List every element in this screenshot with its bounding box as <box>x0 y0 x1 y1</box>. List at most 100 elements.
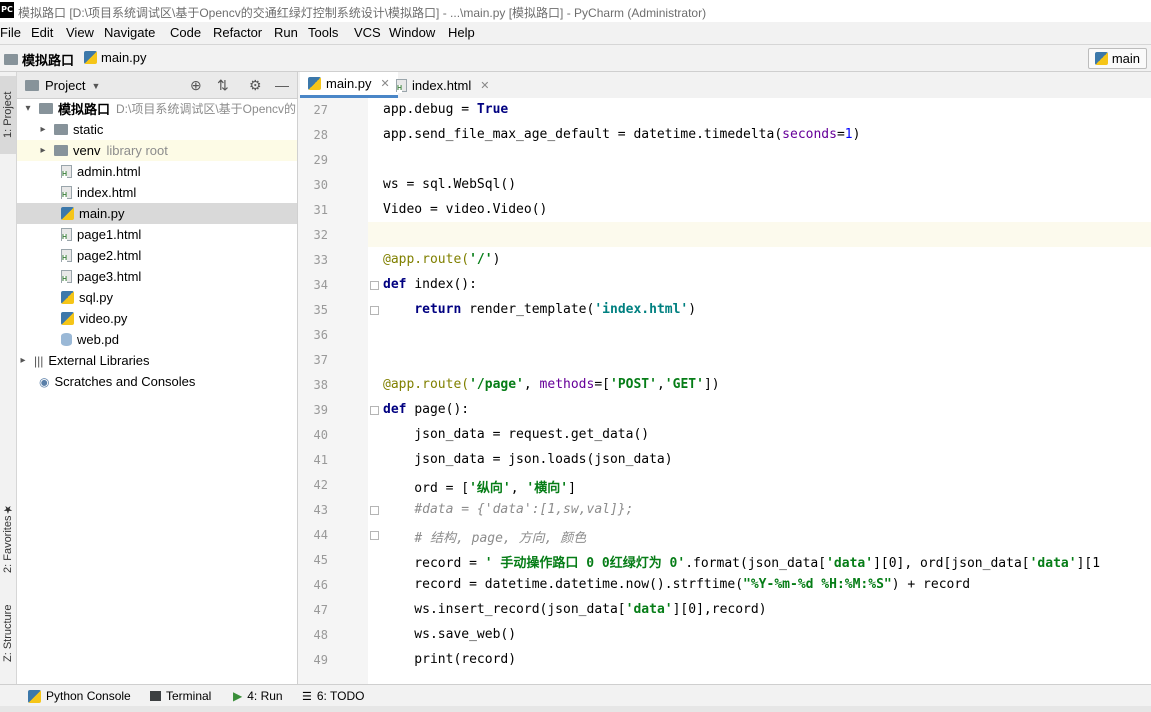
menu-help[interactable]: Help <box>448 25 475 40</box>
tab-label: index.html <box>412 77 472 93</box>
code-line[interactable]: # 结构, page, 方向, 颜色 <box>383 527 586 546</box>
line-number: 34 <box>313 278 328 292</box>
locate-file-icon[interactable]: ⊕ <box>190 77 202 93</box>
menu-edit[interactable]: Edit <box>31 25 53 40</box>
code-line[interactable]: json_data = request.get_data() <box>383 427 649 442</box>
gear-icon[interactable]: ⚙ <box>249 77 262 93</box>
tool-window-python-console[interactable]: Python Console <box>28 689 131 703</box>
tree-item-label: page2.html <box>77 248 142 263</box>
menu-refactor[interactable]: Refactor <box>213 25 262 40</box>
tab-main-py[interactable]: main.py ✕ <box>300 72 398 98</box>
line-number: 32 <box>313 228 328 242</box>
tree-item-scratches[interactable]: ◉ Scratches and Consoles <box>17 371 297 392</box>
line-number: 38 <box>313 378 328 392</box>
line-number: 44 <box>313 528 328 542</box>
tool-window-terminal[interactable]: Terminal <box>150 689 211 703</box>
code-line[interactable]: def page(): <box>383 402 469 417</box>
tree-item-admin-html[interactable]: admin.html <box>17 161 297 182</box>
breadcrumb-file[interactable]: main.py <box>84 50 147 65</box>
fold-marker-icon[interactable] <box>370 506 379 515</box>
menu-file[interactable]: File <box>0 25 21 40</box>
close-icon[interactable]: ✕ <box>480 79 489 92</box>
menu-tools[interactable]: Tools <box>308 25 338 40</box>
collapse-all-icon[interactable]: ⇅ <box>217 77 229 93</box>
tree-item-index-html[interactable]: index.html <box>17 182 297 203</box>
code-line[interactable]: ws.save_web() <box>383 627 516 642</box>
tree-root-folder[interactable]: ▾ 模拟路口 D:\项目系统调试区\基于Opencv的 <box>17 98 297 119</box>
database-file-icon <box>61 333 72 346</box>
tool-window-structure[interactable]: Z: Structure <box>0 590 16 676</box>
library-root-hint: library root <box>106 143 168 158</box>
tool-window-label: 4: Run <box>247 689 283 703</box>
chevron-right-icon: ▸ <box>40 145 46 156</box>
fold-marker-icon[interactable] <box>370 406 379 415</box>
folder-icon <box>39 103 53 114</box>
line-number: 35 <box>313 303 328 317</box>
menu-vcs[interactable]: VCS <box>354 25 381 40</box>
code-line[interactable]: json_data = json.loads(json_data) <box>383 452 672 467</box>
python-file-icon <box>84 51 97 64</box>
menu-navigate[interactable]: Navigate <box>104 25 155 40</box>
tree-item-label: admin.html <box>77 164 141 179</box>
line-number: 29 <box>313 153 328 167</box>
tool-window-favorites[interactable]: 2: Favorites ★ <box>0 492 16 584</box>
code-line[interactable]: ws = sql.WebSql() <box>383 177 516 192</box>
code-line[interactable]: return render_template('index.html') <box>383 302 696 317</box>
current-line-highlight <box>368 222 1151 247</box>
run-configuration-selector[interactable]: main <box>1087 48 1147 69</box>
tree-item-video-py[interactable]: video.py <box>17 308 297 329</box>
html-file-icon <box>61 270 72 284</box>
line-number: 33 <box>313 253 328 267</box>
star-icon: ★ <box>2 502 15 516</box>
code-line[interactable]: ord = ['纵向', '横向'] <box>383 477 576 496</box>
todo-icon: ☰ <box>302 690 312 703</box>
hide-panel-icon[interactable]: — <box>275 77 289 93</box>
tree-item-page3-html[interactable]: page3.html <box>17 266 297 287</box>
tool-window-todo[interactable]: ☰ 6: TODO <box>302 689 364 703</box>
fold-marker-icon[interactable] <box>370 306 379 315</box>
window-title: 模拟路口 [D:\项目系统调试区\基于Opencv的交通红绿灯控制系统设计\模拟… <box>18 6 707 20</box>
tree-item-page2-html[interactable]: page2.html <box>17 245 297 266</box>
code-line[interactable]: def index(): <box>383 277 477 292</box>
menu-bar: File Edit View Navigate Code Refactor Ru… <box>0 22 1151 45</box>
tree-item-sql-py[interactable]: sql.py <box>17 287 297 308</box>
menu-code[interactable]: Code <box>170 25 201 40</box>
tree-item-external-libraries[interactable]: ▸ ||| External Libraries <box>17 350 297 371</box>
code-line[interactable]: record = datetime.datetime.now().strftim… <box>383 577 970 592</box>
code-line[interactable]: app.send_file_max_age_default = datetime… <box>383 127 860 142</box>
code-line[interactable]: @app.route('/') <box>383 252 500 267</box>
code-line[interactable]: app.debug = True <box>383 102 508 117</box>
menu-run[interactable]: Run <box>274 25 298 40</box>
chevron-down-icon: ▾ <box>25 103 31 114</box>
fold-marker-icon[interactable] <box>370 531 379 540</box>
title-bar: PC 模拟路口 [D:\项目系统调试区\基于Opencv的交通红绿灯控制系统设计… <box>0 0 1151 23</box>
line-number: 42 <box>313 478 328 492</box>
tree-item-venv[interactable]: ▸ venv library root <box>17 140 297 161</box>
code-line[interactable]: ws.insert_record(json_data['data'][0],re… <box>383 602 766 617</box>
chevron-down-icon: ▼ <box>91 80 101 91</box>
tab-index-html[interactable]: index.html ✕ <box>388 72 497 98</box>
code-line[interactable]: Video = video.Video() <box>383 202 547 217</box>
code-line[interactable]: #data = {'data':[1,sw,val]}; <box>383 502 633 517</box>
tree-item-main-py[interactable]: main.py <box>17 203 297 224</box>
chevron-right-icon: ▸ <box>20 355 26 366</box>
code-line[interactable]: print(record) <box>383 652 516 667</box>
tree-item-label: page1.html <box>77 227 142 242</box>
tool-window-project[interactable]: 1: Project <box>0 76 16 154</box>
tree-item-page1-html[interactable]: page1.html <box>17 224 297 245</box>
menu-view[interactable]: View <box>66 25 94 40</box>
breadcrumb-project[interactable]: 模拟路口 <box>4 50 74 69</box>
library-icon: ||| <box>34 353 44 368</box>
tree-item-static[interactable]: ▸ static <box>17 119 297 140</box>
python-console-icon <box>28 689 41 703</box>
left-tool-strip: 1: Project 2: Favorites ★ Z: Structure <box>0 72 17 684</box>
status-bar <box>0 706 1151 712</box>
project-view-selector[interactable]: Project ▼ <box>25 78 100 93</box>
code-line[interactable]: record = ' 手动操作路口 0 0红绿灯为 0'.format(json… <box>383 552 1100 571</box>
fold-marker-icon[interactable] <box>370 281 379 290</box>
pycharm-logo-icon: PC <box>0 2 14 18</box>
menu-window[interactable]: Window <box>389 25 435 40</box>
code-line[interactable]: @app.route('/page', methods=['POST','GET… <box>383 377 720 392</box>
tree-item-web-pd[interactable]: web.pd <box>17 329 297 350</box>
tool-window-run[interactable]: ▶ 4: Run <box>233 689 283 703</box>
